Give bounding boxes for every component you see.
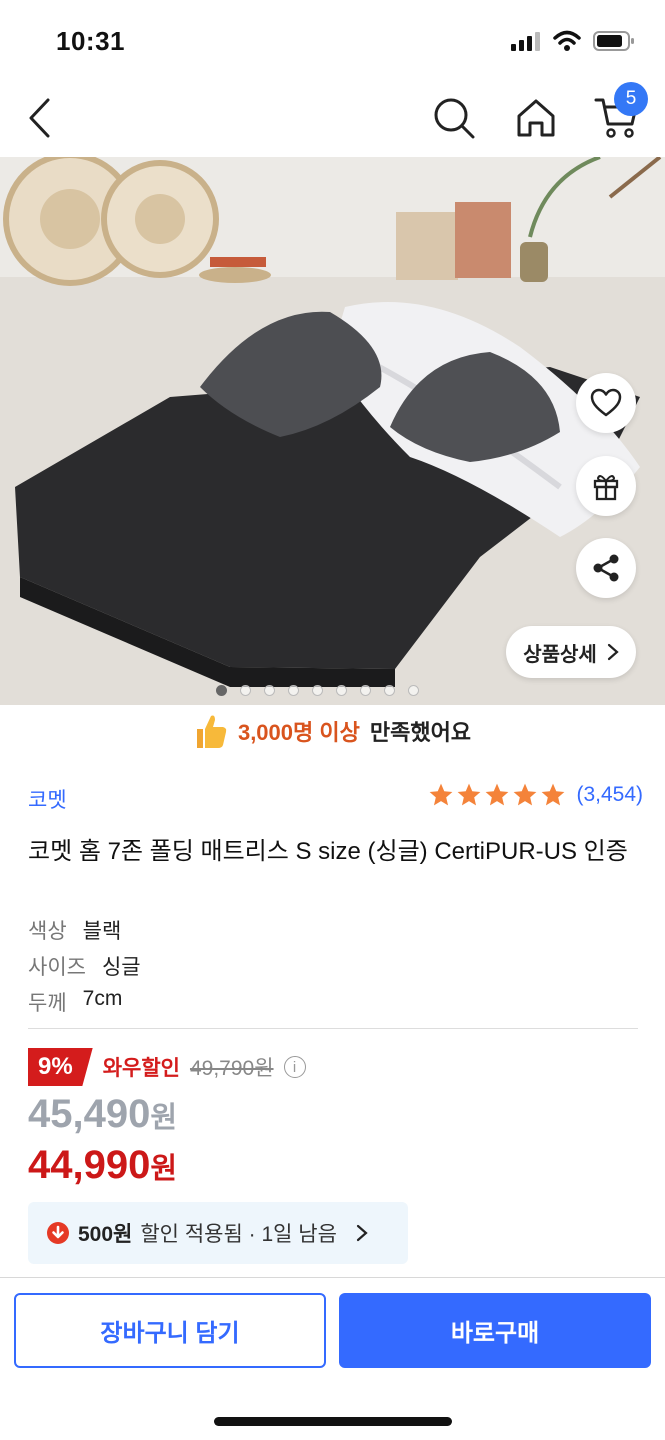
product-detail-button[interactable]: 상품상세 bbox=[506, 626, 636, 678]
product-image-carousel[interactable]: 상품상세 bbox=[0, 157, 665, 705]
chevron-right-icon bbox=[607, 643, 619, 661]
sale-price: 45,490원 bbox=[28, 1092, 177, 1137]
discount-badge: 9% bbox=[28, 1048, 93, 1086]
cart-count-badge: 5 bbox=[614, 82, 648, 116]
coupon-banner[interactable]: 500원 할인 적용됨 · 1일 남음 bbox=[28, 1202, 408, 1264]
star-icon bbox=[514, 783, 537, 806]
option-color-value: 블랙 bbox=[82, 920, 122, 943]
carousel-dot[interactable] bbox=[312, 685, 323, 696]
coupon-text: 할인 적용됨 · 1일 남음 bbox=[140, 1223, 337, 1246]
wishlist-button[interactable] bbox=[576, 373, 636, 433]
product-image bbox=[0, 157, 665, 705]
sale-price-unit: 원 bbox=[150, 1102, 178, 1134]
divider bbox=[28, 1028, 638, 1029]
star-icon bbox=[430, 783, 453, 806]
wifi-icon bbox=[553, 30, 581, 51]
carousel-dot[interactable] bbox=[264, 685, 275, 696]
carousel-dots bbox=[216, 685, 419, 696]
signal-icon bbox=[511, 32, 540, 51]
carousel-dot[interactable] bbox=[384, 685, 395, 696]
gift-button[interactable] bbox=[576, 456, 636, 516]
option-color: 색상 블랙 bbox=[28, 915, 121, 945]
back-button[interactable] bbox=[22, 96, 62, 140]
chevron-left-icon bbox=[29, 98, 50, 138]
search-button[interactable] bbox=[432, 96, 476, 140]
discount-arrow-icon bbox=[47, 1222, 69, 1244]
rating-count: (3,454) bbox=[576, 783, 643, 806]
original-price: 49,790원 bbox=[189, 1057, 274, 1080]
status-icons bbox=[511, 30, 635, 52]
product-detail-label: 상품상세 bbox=[523, 643, 597, 666]
add-to-cart-button[interactable]: 장바구니 담기 bbox=[14, 1293, 326, 1368]
bottom-bar-divider bbox=[0, 1277, 665, 1278]
coupon-amount: 500원 bbox=[78, 1223, 133, 1246]
search-icon bbox=[434, 98, 475, 139]
share-icon bbox=[593, 554, 619, 582]
thumbs-up-icon bbox=[196, 715, 227, 748]
carousel-dot[interactable] bbox=[408, 685, 419, 696]
home-button[interactable] bbox=[514, 96, 558, 140]
carousel-dot[interactable] bbox=[240, 685, 251, 696]
heart-icon bbox=[590, 388, 622, 417]
home-indicator bbox=[214, 1417, 452, 1426]
option-color-label: 색상 bbox=[28, 920, 67, 943]
carousel-dot[interactable] bbox=[288, 685, 299, 696]
status-time: 10:31 bbox=[56, 26, 125, 56]
final-price: 44,990원 bbox=[28, 1143, 177, 1188]
option-thickness: 두께 7cm bbox=[28, 987, 122, 1017]
satisfaction-text: 만족했어요 bbox=[369, 720, 472, 745]
carousel-dot[interactable] bbox=[216, 685, 227, 696]
carousel-dot[interactable] bbox=[336, 685, 347, 696]
star-icon bbox=[458, 783, 481, 806]
home-icon bbox=[517, 99, 555, 137]
gift-icon bbox=[593, 475, 619, 501]
rating-stars bbox=[428, 782, 566, 808]
satisfaction-count: 3,000명 이상 bbox=[237, 720, 360, 745]
option-thickness-value: 7cm bbox=[82, 987, 123, 1010]
sale-price-value: 45,490 bbox=[28, 1092, 151, 1136]
share-button[interactable] bbox=[576, 538, 636, 598]
discount-label: 와우할인 bbox=[102, 1057, 180, 1080]
option-size: 사이즈 싱글 bbox=[28, 951, 141, 981]
option-thickness-label: 두께 bbox=[28, 992, 67, 1015]
discount-row: 9% 와우할인 49,790원 i bbox=[28, 1048, 306, 1086]
star-icon bbox=[542, 783, 565, 806]
chevron-right-icon bbox=[356, 1224, 368, 1242]
final-price-value: 44,990 bbox=[28, 1143, 151, 1187]
final-price-unit: 원 bbox=[150, 1153, 178, 1185]
brand-link[interactable]: 코멧 bbox=[28, 784, 67, 814]
satisfaction-banner: 3,000명 이상 만족했어요 bbox=[0, 712, 665, 750]
option-size-value: 싱글 bbox=[101, 956, 141, 979]
carousel-dot[interactable] bbox=[360, 685, 371, 696]
option-size-label: 사이즈 bbox=[28, 956, 86, 979]
buy-now-button[interactable]: 바로구매 bbox=[339, 1293, 651, 1368]
info-icon[interactable]: i bbox=[283, 1056, 306, 1078]
product-title: 코멧 홈 7존 폴딩 매트리스 S size (싱글) CertiPUR-US … bbox=[28, 838, 628, 865]
battery-icon bbox=[593, 31, 634, 51]
product-rating[interactable]: (3,454) bbox=[428, 782, 643, 808]
cart-button[interactable]: 5 bbox=[594, 82, 648, 140]
star-icon bbox=[486, 783, 509, 806]
